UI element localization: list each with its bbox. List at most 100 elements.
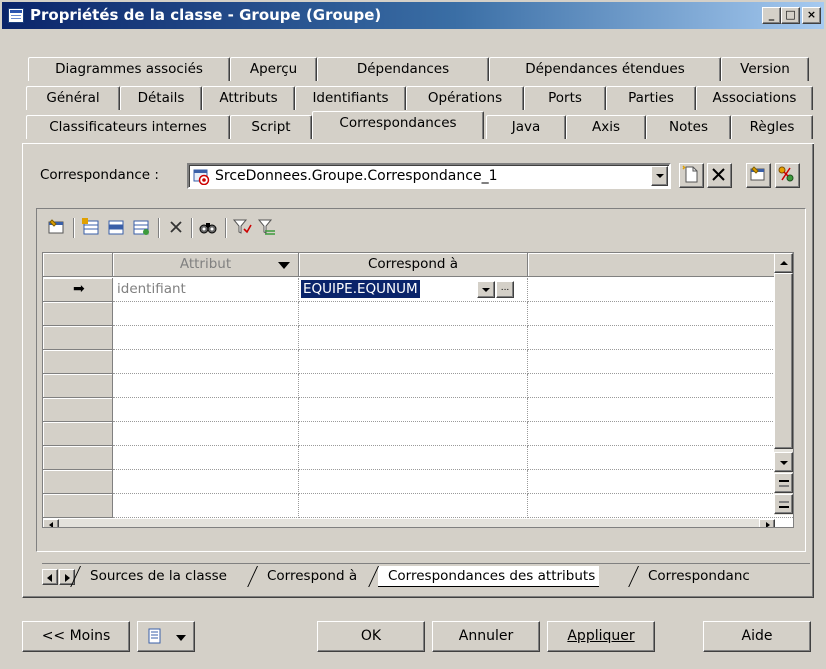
title-bar[interactable]: Propriétés de la classe - Groupe (Groupe… [2,2,824,29]
tab-dependances-etendues[interactable]: Dépendances étendues [489,57,721,81]
row-header[interactable] [43,446,113,470]
cell-empty[interactable] [299,446,528,470]
row-header[interactable] [43,326,113,350]
cell-empty[interactable] [113,446,299,470]
cell-empty [528,398,793,422]
tab-notes[interactable]: Notes [646,115,731,139]
cell-empty[interactable] [299,494,528,518]
close-button[interactable]: × [802,7,821,24]
column-header-attribut[interactable]: Attribut [113,253,299,277]
sheet-tab-correspondances-more[interactable]: Correspondanc [638,566,754,587]
delete-icon[interactable] [166,217,186,237]
row-header[interactable] [43,374,113,398]
find-icon[interactable] [198,217,218,237]
tab-ports[interactable]: Ports [524,86,606,110]
tab-classificateurs-internes[interactable]: Classificateurs internes [26,115,230,139]
row-header[interactable] [43,302,113,326]
new-correspondance-button[interactable] [679,163,704,188]
tab-diagrammes-associes[interactable]: Diagrammes associés [28,57,230,81]
add-mapping-icon[interactable] [131,217,151,237]
cell-empty[interactable] [113,470,299,494]
tab-dependances[interactable]: Dépendances [317,57,489,81]
ok-button[interactable]: OK [317,621,425,652]
cell-empty[interactable] [113,350,299,374]
row-header[interactable] [43,422,113,446]
cell-empty[interactable] [113,326,299,350]
scroll-up-button[interactable] [774,253,793,273]
row-header[interactable] [43,470,113,494]
vertical-scrollbar[interactable] [774,253,793,515]
tab-associations[interactable]: Associations [696,86,813,110]
tab-correspondances[interactable]: Correspondances [312,111,484,139]
tab-identifiants[interactable]: Identifiants [295,86,406,110]
tab-parties[interactable]: Parties [606,86,696,110]
cell-empty[interactable] [113,302,299,326]
cell-empty[interactable] [299,302,528,326]
tab-general[interactable]: Général [26,86,120,110]
column-header-empty [528,253,793,277]
sort-dropdown-icon[interactable] [278,262,290,269]
cancel-button[interactable]: Annuler [432,621,540,652]
tab-attributs[interactable]: Attributs [202,86,295,110]
add-row-icon[interactable] [81,217,101,237]
minimize-button[interactable]: _ [762,7,781,24]
scroll-thumb[interactable] [774,273,793,449]
maps-to-ellipsis-button[interactable]: ... [496,281,514,298]
sheet-tab-correspondances-attributs[interactable]: Correspondances des attributs [378,566,600,587]
cell-attribute[interactable]: identifiant [113,278,299,302]
apply-button[interactable]: Appliquer [547,621,655,652]
cell-empty[interactable] [299,398,528,422]
filter-clear-icon[interactable] [257,217,277,237]
scroll-right-button[interactable] [759,519,775,527]
cell-empty[interactable] [113,398,299,422]
print-menu-button[interactable] [137,621,195,652]
scroll-left-button[interactable] [43,519,59,527]
tab-axis[interactable]: Axis [566,115,646,139]
scroll-down-button[interactable] [774,452,793,472]
tab-operations[interactable]: Opérations [406,86,524,110]
correspondance-dropdown-button[interactable] [651,166,668,186]
toolbar-separator [158,218,160,238]
help-button[interactable]: Aide [703,621,811,652]
properties-icon[interactable] [46,217,66,237]
row-header[interactable] [43,398,113,422]
row-header[interactable] [43,350,113,374]
sheet-scroll-left-button[interactable] [42,569,58,585]
cell-empty[interactable] [113,422,299,446]
cell-empty[interactable] [299,470,528,494]
tab-java[interactable]: Java [486,115,566,139]
delete-correspondance-button[interactable] [707,163,732,188]
attribute-mapping-grid[interactable]: Attribut Correspond à ➡ identifiant EQUI… [42,252,794,528]
less-button[interactable]: << Moins [22,621,130,652]
mapping-icon [778,166,794,182]
tab-apercu[interactable]: Aperçu [230,57,317,81]
horizontal-scrollbar[interactable] [43,518,775,527]
cell-empty[interactable] [299,350,528,374]
tab-script[interactable]: Script [230,115,312,139]
row-header[interactable] [43,494,113,518]
row-header[interactable]: ➡ [43,278,113,302]
scroll-page-down-button[interactable] [774,494,793,514]
cell-empty [528,494,793,518]
maps-to-dropdown-button[interactable] [477,281,495,298]
insert-row-icon[interactable] [106,217,126,237]
filter-icon[interactable] [232,217,252,237]
cell-empty[interactable] [299,422,528,446]
cell-empty[interactable] [113,494,299,518]
column-header-correspond-a[interactable]: Correspond à [299,253,528,277]
cell-empty[interactable] [299,374,528,398]
cell-maps-to[interactable]: EQUIPE.EQUNUM ... [299,278,528,302]
tab-details[interactable]: Détails [120,86,202,110]
tab-version[interactable]: Version [721,57,809,81]
correspondance-select[interactable]: SrceDonnees.Groupe.Correspondance_1 [187,163,671,189]
maximize-button[interactable]: □ [781,7,800,24]
mapping-editor-button[interactable] [775,163,800,188]
maps-to-value[interactable]: EQUIPE.EQUNUM [301,280,420,298]
cell-empty[interactable] [113,374,299,398]
cell-empty[interactable] [299,326,528,350]
scroll-page-up-button[interactable] [774,473,793,493]
sheet-tab-sources[interactable]: Sources de la classe [80,566,231,587]
tab-regles[interactable]: Règles [731,115,813,139]
properties-button[interactable] [746,163,771,188]
sheet-tab-correspond-a[interactable]: Correspond à [257,566,361,587]
